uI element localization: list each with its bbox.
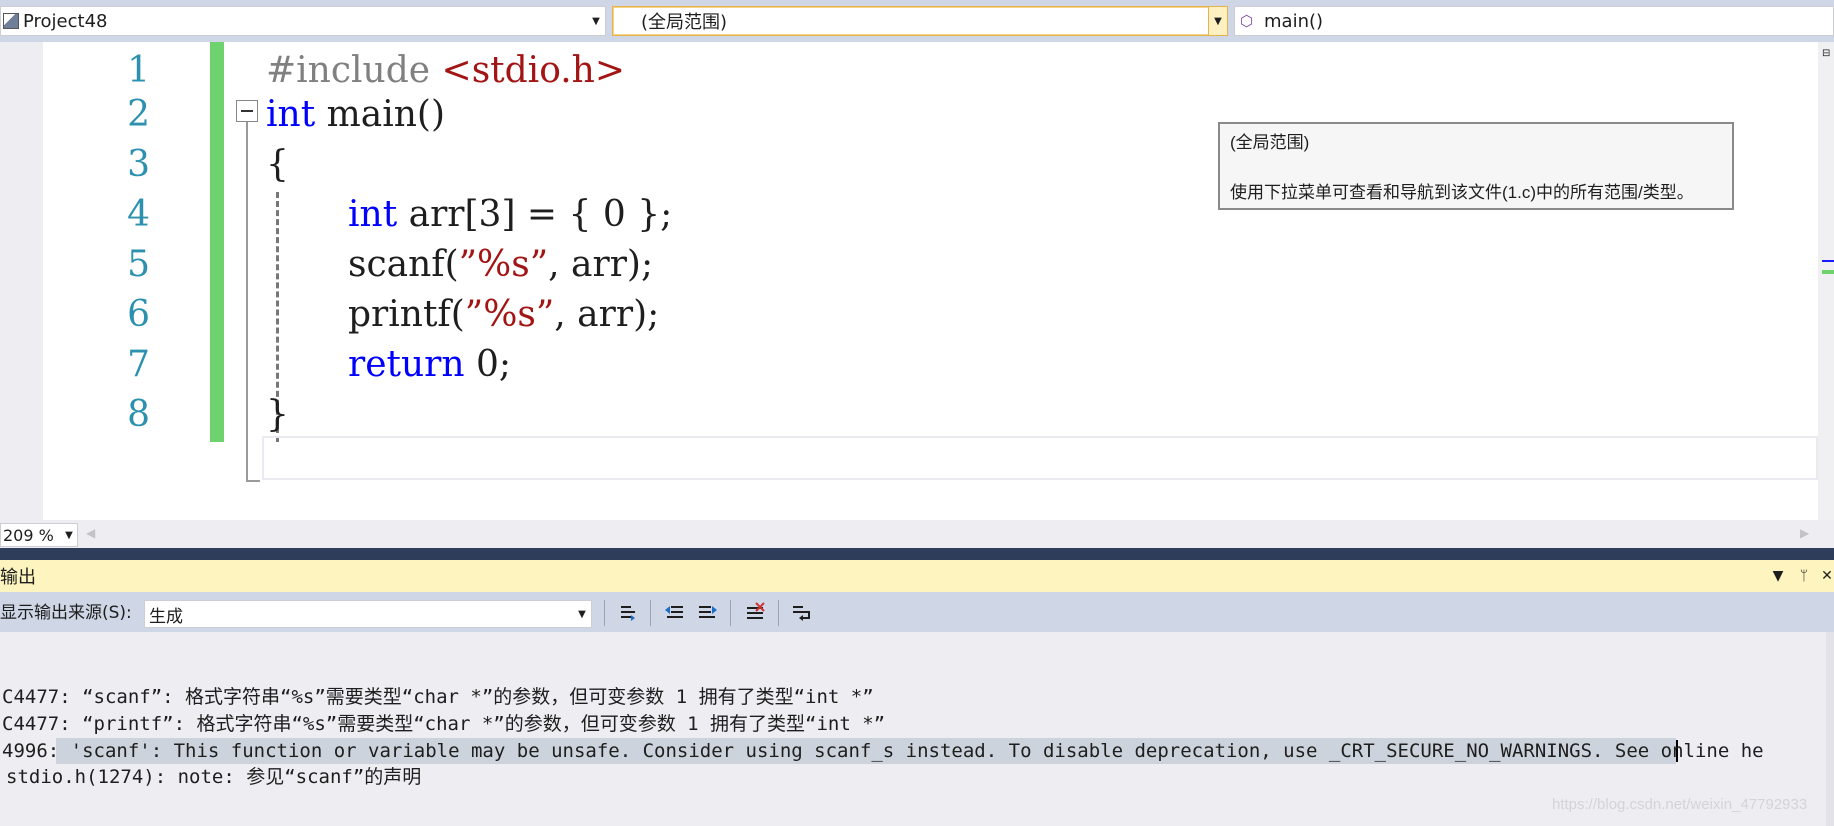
toggle-word-wrap-icon[interactable] [788, 600, 816, 626]
code-text: 0; [464, 344, 512, 385]
panel-splitter[interactable] [0, 548, 1834, 560]
collapse-icon[interactable] [236, 100, 258, 122]
line-number: 1 [127, 50, 150, 91]
project-icon [3, 13, 19, 29]
code-text: { [266, 144, 289, 185]
scroll-left-icon[interactable]: ◀ [86, 526, 98, 542]
string-literal: ”%s” [458, 244, 549, 285]
line-number: 6 [127, 294, 150, 335]
code-text: printf( [348, 294, 465, 335]
code-line[interactable]: } [266, 390, 289, 440]
zoom-value: 209 % [3, 525, 54, 545]
scope-dropdown[interactable]: (全局范围) ▼ [612, 6, 1228, 36]
toolbar-separator [604, 600, 605, 626]
code-line[interactable]: { [266, 140, 289, 190]
chevron-down-icon[interactable]: ▼ [573, 601, 591, 627]
toolbar-separator [650, 600, 651, 626]
code-line[interactable]: int arr[3] = { 0 }; [348, 190, 672, 240]
editor-bottom-bar [0, 520, 1834, 548]
code-line[interactable]: printf(”%s”, arr); [348, 290, 659, 340]
preprocessor-directive: #include [266, 50, 442, 91]
keyword: int [266, 94, 316, 135]
dropdown-menu-icon[interactable]: ▼ [1770, 566, 1786, 586]
close-icon[interactable]: ✕ [1820, 566, 1834, 586]
line-number: 8 [127, 394, 150, 435]
output-source-dropdown[interactable]: 生成 ▼ [144, 600, 592, 628]
previous-message-icon[interactable] [660, 600, 688, 626]
code-text: , arr); [554, 294, 660, 335]
code-editor[interactable]: 1 2 3 4 5 6 7 8 #include <stdio.h> int m… [0, 42, 1834, 520]
find-message-in-code-icon[interactable] [614, 600, 642, 626]
current-line-highlight [262, 436, 1818, 480]
line-number: 2 [127, 94, 150, 135]
output-line[interactable]: 4996: 'scanf': This function or variable… [2, 738, 1764, 764]
watermark: https://blog.csdn.net/weixin_47792933 [1552, 796, 1808, 813]
code-text: main() [315, 94, 446, 135]
output-line[interactable]: C4477: “scanf”: 格式字符串“%s”需要类型“char *”的参数… [2, 684, 874, 710]
zoom-dropdown[interactable]: 209 % ▼ [0, 523, 78, 547]
output-line[interactable]: C4477: “printf”: 格式字符串“%s”需要类型“char *”的参… [2, 711, 885, 737]
scroll-right-icon[interactable]: ▶ [1800, 526, 1812, 542]
line-number: 5 [127, 244, 150, 285]
toolbar-separator [778, 600, 779, 626]
keyword: return [348, 344, 465, 385]
code-line[interactable]: #include <stdio.h> [266, 46, 625, 96]
output-source-label: 显示输出来源(S): [0, 603, 132, 623]
code-line[interactable]: return 0; [348, 340, 511, 390]
toolbar-separator [730, 600, 731, 626]
line-number: 4 [127, 194, 150, 235]
outline-line-end [246, 480, 260, 482]
scope-dropdown-value: (全局范围) [641, 12, 728, 33]
scope-tooltip: (全局范围) 使用下拉菜单可查看和导航到该文件(1.c)中的所有范围/类型。 [1218, 122, 1734, 210]
scrollbar-change-marker [1822, 270, 1834, 274]
code-text: } [266, 394, 289, 435]
code-text: arr[3] = { 0 }; [397, 194, 673, 235]
line-number: 3 [127, 144, 150, 185]
output-source-value: 生成 [149, 606, 183, 627]
change-tracking-bar [210, 42, 224, 442]
project-dropdown-value: Project48 [23, 10, 108, 32]
output-vertical-scrollbar[interactable] [1826, 632, 1834, 826]
string-literal: ”%s” [464, 294, 555, 335]
chevron-down-icon[interactable]: ▼ [587, 7, 605, 35]
split-handle-icon[interactable]: ⊟ [1822, 48, 1834, 59]
tooltip-description: 使用下拉菜单可查看和导航到该文件(1.c)中的所有范围/类型。 [1230, 183, 1694, 202]
member-dropdown[interactable]: ⬡ main() [1234, 6, 1834, 36]
function-cube-icon: ⬡ [1240, 12, 1254, 30]
project-dropdown[interactable]: Project48 ▼ [0, 6, 606, 36]
chevron-down-icon[interactable]: ▼ [61, 524, 77, 546]
keyword: int [348, 194, 398, 235]
output-panel-title-bar: 输出 [0, 560, 1834, 592]
glyph-margin [0, 42, 43, 520]
tooltip-title: (全局范围) [1230, 133, 1310, 152]
editor-vertical-scrollbar[interactable] [1818, 42, 1834, 520]
output-panel-title: 输出 [0, 567, 36, 588]
outline-line [246, 122, 248, 482]
scrollbar-caret-marker [1822, 260, 1834, 262]
next-message-icon[interactable] [694, 600, 722, 626]
clear-all-icon[interactable] [742, 600, 770, 626]
code-text: , arr); [548, 244, 654, 285]
code-text: scanf( [348, 244, 459, 285]
code-line[interactable]: int main() [266, 90, 445, 140]
member-dropdown-value: main() [1264, 10, 1324, 32]
include-path: <stdio.h> [441, 50, 626, 91]
output-line[interactable]: stdio.h(1274): note: 参见“scanf”的声明 [6, 764, 421, 790]
code-line[interactable]: scanf(”%s”, arr); [348, 240, 653, 290]
pin-icon[interactable]: ᛘ [1796, 566, 1812, 586]
chevron-down-icon[interactable]: ▼ [1208, 7, 1227, 35]
line-number: 7 [127, 344, 150, 385]
